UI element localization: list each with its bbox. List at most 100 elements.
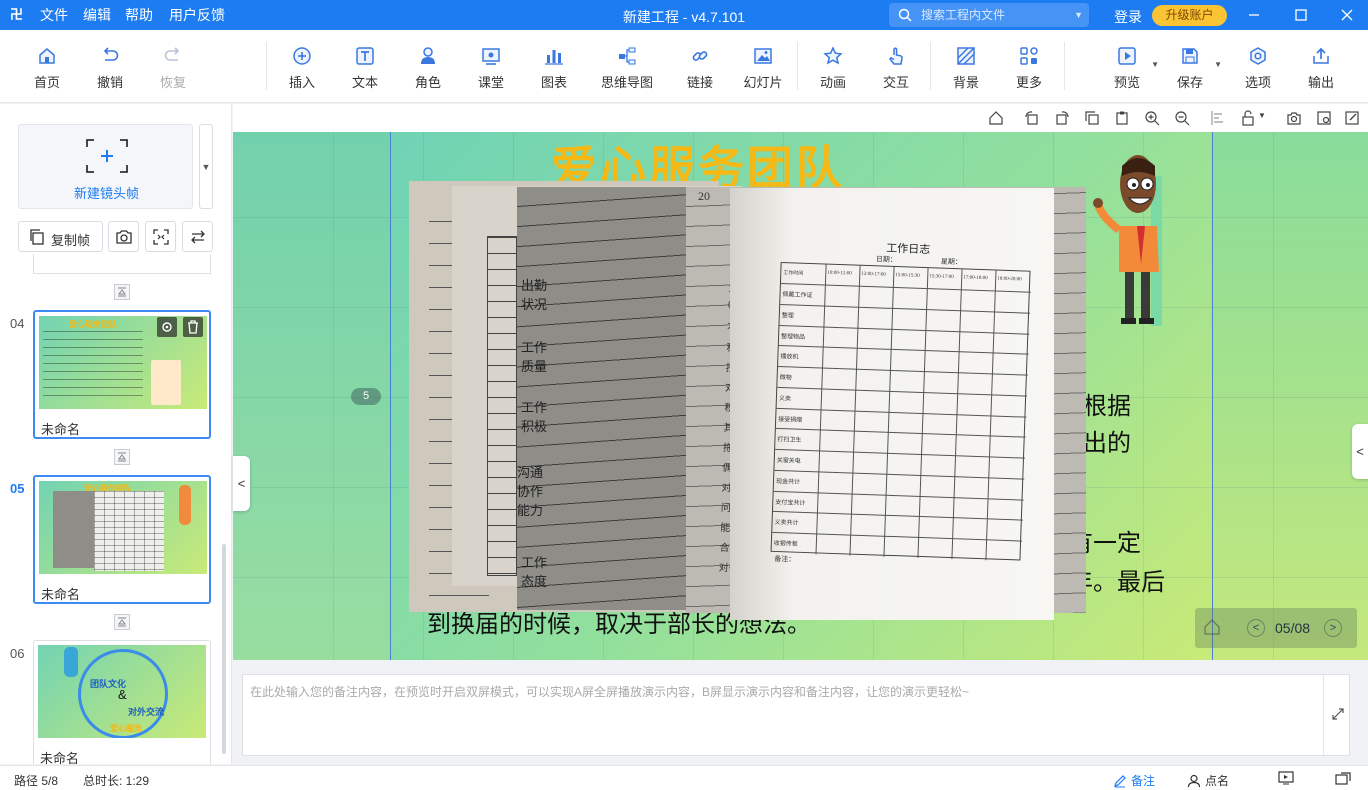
menu-feedback[interactable]: 用户反馈 (169, 7, 225, 23)
screen-settings-icon[interactable] (1316, 110, 1332, 126)
text-button[interactable]: 文本 (335, 46, 395, 91)
frame-connector[interactable] (114, 284, 130, 300)
animation-button[interactable]: 动画 (803, 46, 863, 91)
frame-thumbnail-06[interactable]: 团队文化 & 对外交流 爱心服务 未命名 (33, 640, 211, 764)
slides-button[interactable]: 幻灯片 (733, 46, 793, 91)
frame-list-scrollbar[interactable] (222, 544, 226, 754)
align-icon[interactable] (1210, 110, 1226, 126)
frame-thumbnail-04[interactable]: 爱心服务团队 未命名 (33, 310, 211, 439)
search-input[interactable]: 搜索工程内文件 ▼ (889, 3, 1089, 27)
notes-toggle[interactable]: 备注 (1113, 772, 1155, 789)
home-button[interactable]: 首页 (17, 46, 77, 91)
paste-icon[interactable] (1114, 110, 1130, 126)
slide-pager: < 05/08 > (1195, 608, 1357, 648)
expand-right-panel-button[interactable]: < (1352, 424, 1368, 479)
grid-row-line (772, 511, 1023, 522)
document-photo-worklog[interactable]: 工作日志 日期： 星期： 工作时间 10:00-12:00 12:00-17:00 1… (730, 188, 1054, 620)
grid-row-line (774, 469, 1025, 480)
grid-row-line (780, 282, 1031, 293)
frame-panel: 新建镜头帧 ▼ 复制帧 04 爱心服务团队 未命名 05 爱心服务团队 未命名 … (0, 104, 232, 764)
background-button[interactable]: 背景 (936, 46, 996, 91)
upgrade-button[interactable]: 升级账户 (1152, 5, 1227, 26)
close-icon[interactable] (1337, 5, 1357, 25)
interact-button[interactable]: 交互 (866, 46, 926, 91)
edit-icon[interactable] (1344, 110, 1360, 126)
undo-icon (103, 47, 119, 61)
copy-icon (30, 229, 44, 245)
classroom-button[interactable]: 课堂 (461, 46, 521, 91)
rotate-left-icon[interactable] (1024, 110, 1040, 126)
frame-thumbnail-05[interactable]: 爱心服务团队 未命名 (33, 475, 211, 604)
fit-frame-button[interactable] (145, 221, 176, 252)
collapse-left-panel-button[interactable]: < (233, 456, 250, 511)
options-button[interactable]: 选项 (1228, 46, 1288, 91)
save-dropdown-icon[interactable]: ▼ (1214, 60, 1222, 69)
snapshot-button[interactable] (108, 221, 139, 252)
frame-connector[interactable] (114, 614, 130, 630)
preview-dropdown-icon[interactable]: ▼ (1151, 60, 1159, 69)
menu-help[interactable]: 帮助 (125, 7, 153, 23)
role-button[interactable]: 角色 (398, 46, 458, 91)
zoom-in-icon[interactable] (1144, 110, 1160, 126)
slide-text-fragment[interactable]: 根据 (1083, 392, 1131, 422)
camera-icon (116, 230, 132, 244)
grid-row-label: 收银传板 (773, 541, 798, 548)
chart-button[interactable]: 图表 (524, 46, 584, 91)
grid-row-line (775, 449, 1025, 459)
link-button[interactable]: 链接 (670, 46, 730, 91)
frame-thumbnail-partial[interactable] (33, 254, 211, 274)
undo-button[interactable]: 撤销 (80, 46, 140, 91)
lock-dropdown-icon[interactable]: ▼ (1258, 111, 1266, 120)
toolbar-divider (266, 42, 267, 90)
new-frame-button[interactable]: 新建镜头帧 (18, 124, 193, 209)
frame-delete-button[interactable] (183, 317, 203, 337)
minimize-icon[interactable] (1244, 5, 1264, 25)
rollcall-button[interactable]: 点名 (1187, 772, 1229, 789)
transition-button[interactable] (182, 221, 213, 252)
mindmap-button[interactable]: 思维导图 (597, 46, 657, 91)
title-bar: 卍 文件 编辑 帮助 用户反馈 新建工程 - v4.7.101 搜索工程内文件 … (0, 0, 1368, 30)
slide-canvas[interactable]: 爱心服务团队 根据 出的 有一定 年。最后 到换届的时候，取决于部长的想法。 出… (233, 132, 1368, 660)
menu-file[interactable]: 文件 (40, 7, 68, 23)
text-icon (356, 47, 374, 65)
slide-text-fragment[interactable]: 出的 (1083, 429, 1131, 459)
duplicate-icon[interactable] (1084, 110, 1100, 126)
frame-connector[interactable] (114, 449, 130, 465)
menu-edit[interactable]: 编辑 (83, 7, 111, 23)
grid-row-line (776, 407, 1027, 418)
search-dropdown-icon[interactable]: ▼ (1074, 3, 1083, 27)
camera-icon[interactable] (1286, 110, 1302, 126)
next-slide-button[interactable]: > (1324, 619, 1342, 637)
star-icon (823, 46, 843, 65)
home-view-icon[interactable] (988, 110, 1004, 126)
play-icon (1118, 47, 1136, 65)
login-link[interactable]: 登录 (1114, 7, 1142, 27)
zoom-out-icon[interactable] (1174, 110, 1190, 126)
grid-row-line (780, 303, 1031, 314)
lock-icon[interactable] (1240, 110, 1256, 126)
pager-home-icon[interactable] (1203, 618, 1221, 636)
prev-slide-button[interactable]: < (1247, 619, 1265, 637)
insert-button[interactable]: 插入 (272, 46, 332, 91)
redo-button[interactable]: 恢复 (143, 46, 203, 91)
export-button[interactable]: 输出 (1291, 46, 1351, 91)
notes-input[interactable] (243, 675, 1323, 755)
share-screen-icon[interactable] (1335, 771, 1351, 785)
frame-settings-button[interactable] (157, 317, 177, 337)
rotate-right-icon[interactable] (1054, 110, 1070, 126)
save-button[interactable]: 保存 ▼ (1160, 46, 1222, 91)
grid-row-line (779, 324, 1030, 335)
preview-button[interactable]: 预览 ▼ (1097, 46, 1159, 91)
more-button[interactable]: 更多 (999, 46, 1059, 91)
slide-boundary (1212, 132, 1213, 660)
new-frame-dropdown[interactable]: ▼ (199, 124, 213, 209)
presenter-screen-icon[interactable] (1278, 771, 1294, 785)
notes-expand-button[interactable] (1323, 675, 1350, 755)
grid-header-cell: 15:30-17:00 (929, 274, 954, 281)
frame-marker-badge[interactable]: 5 (351, 388, 381, 405)
cartoon-character[interactable] (1091, 154, 1166, 326)
notes-container (242, 674, 1350, 756)
copy-frame-button[interactable]: 复制帧 (18, 221, 103, 252)
maximize-icon[interactable] (1291, 5, 1311, 25)
grid-row-label: 播放机 (780, 354, 799, 361)
